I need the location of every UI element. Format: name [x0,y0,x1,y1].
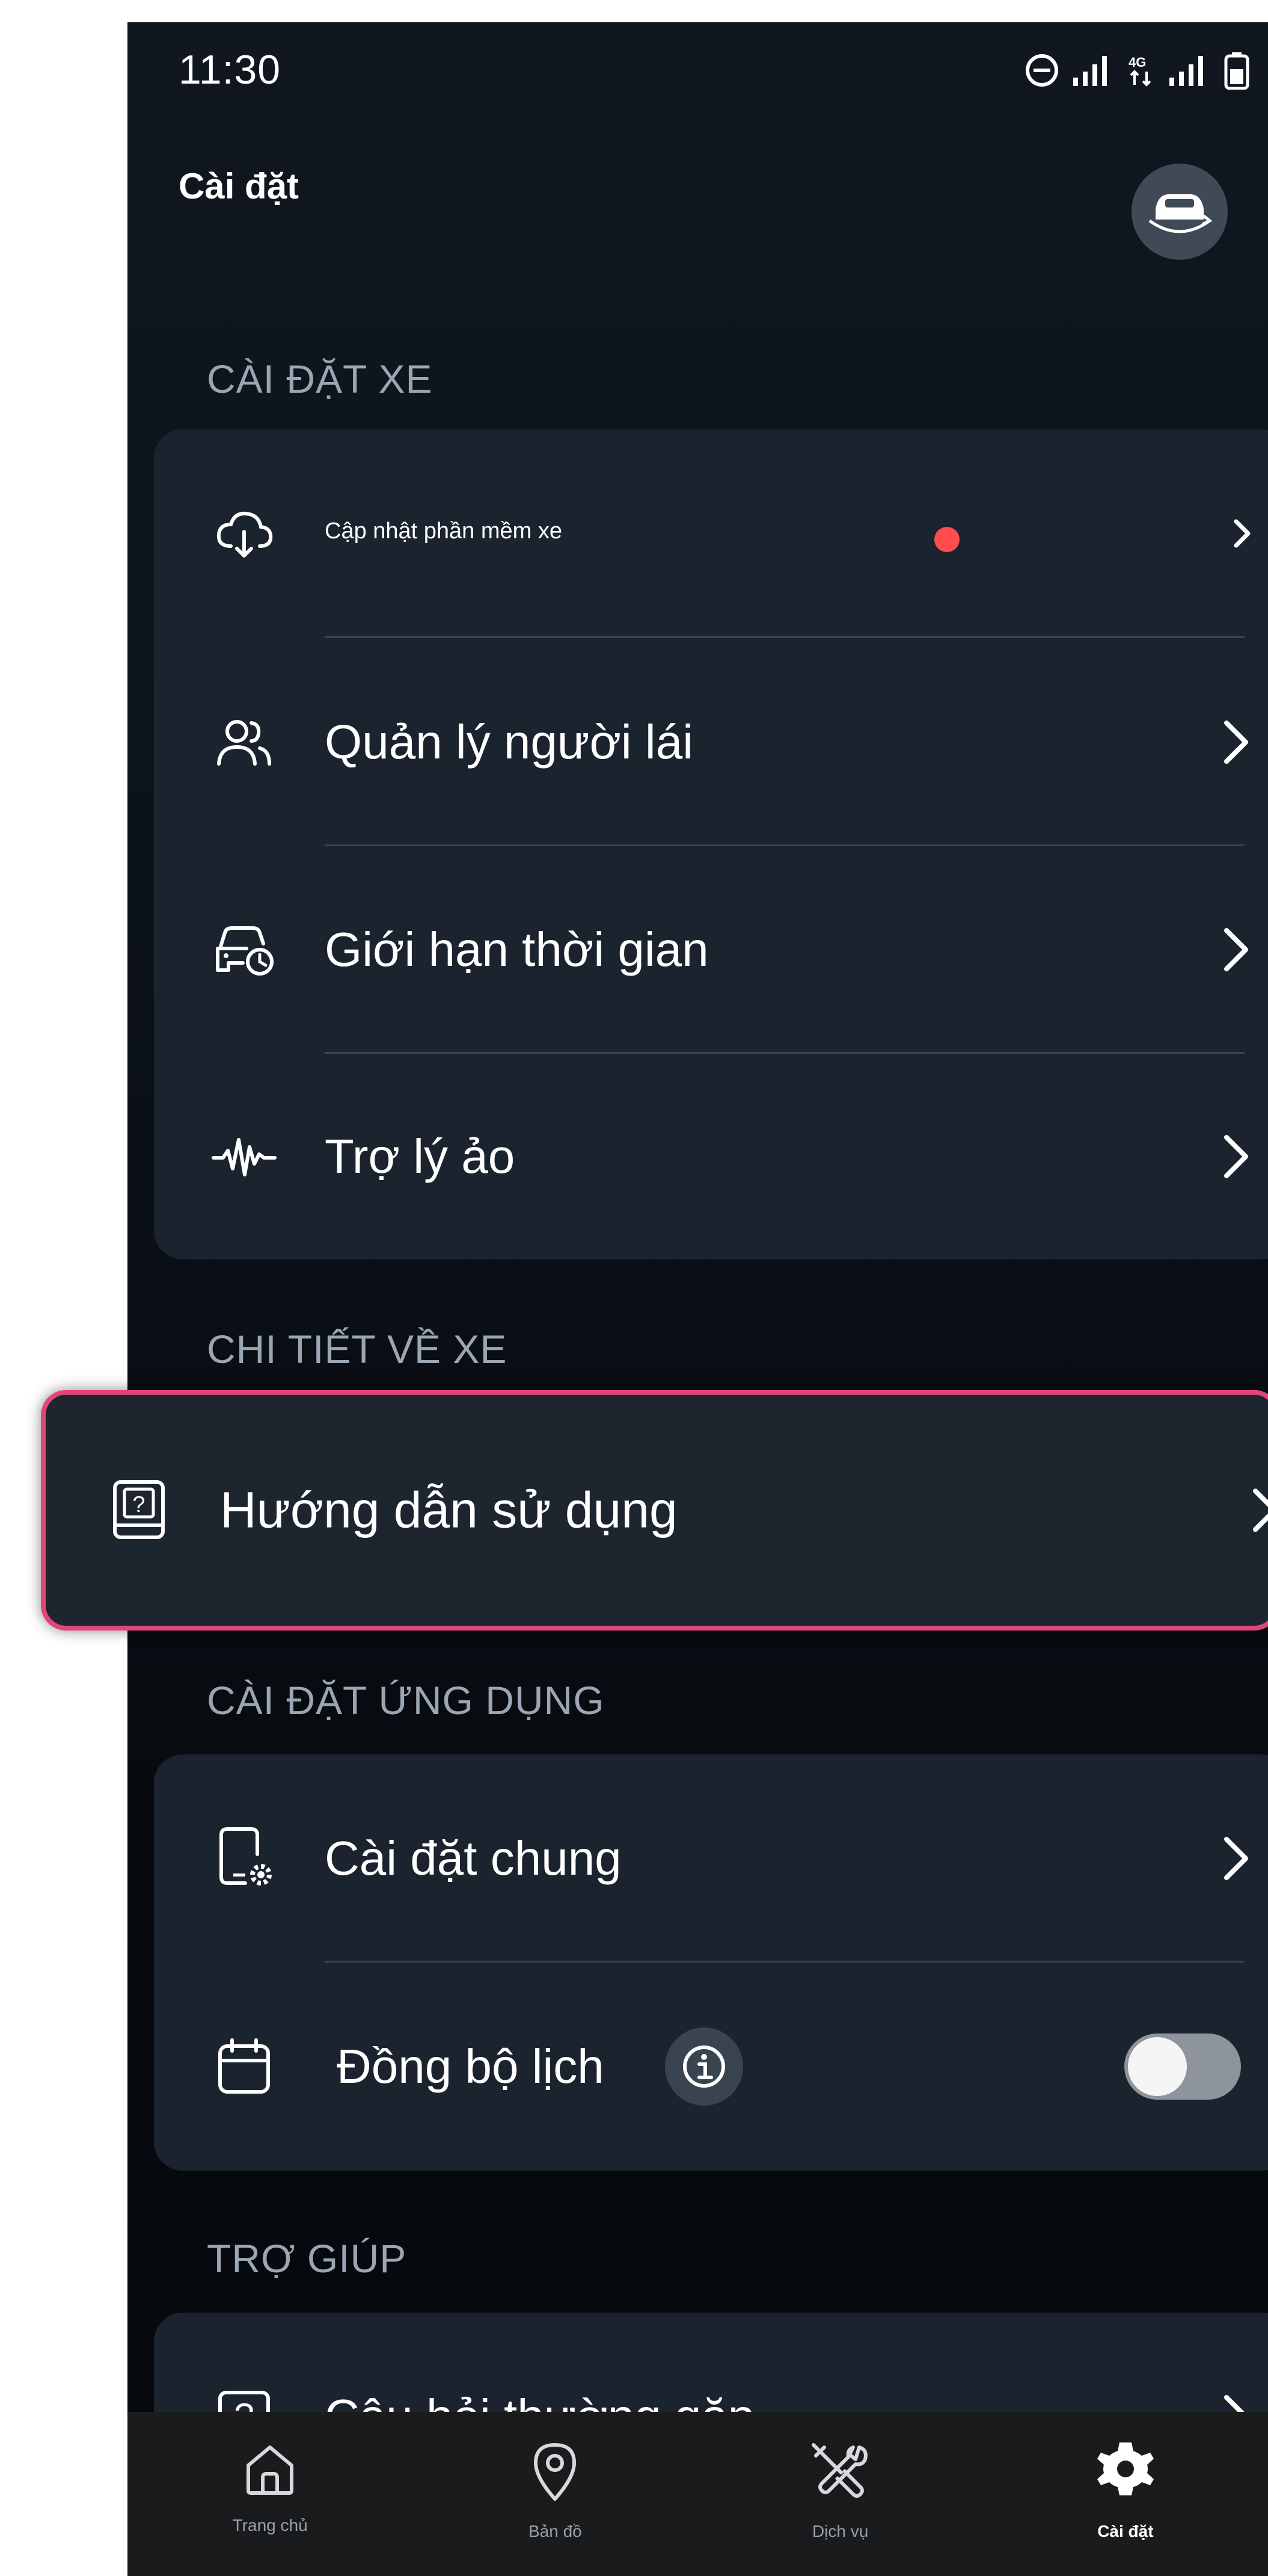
nav-label-map: Bản đồ [528,2522,582,2541]
row-label-time-limit: Giới hạn thời gian [325,922,709,976]
row-user-manual[interactable]: ? Hướng dẫn sử dụng [41,1390,1268,1631]
section-label-vehicle-settings: CÀI ĐẶT XE [207,357,433,401]
svg-text:4G: 4G [1129,55,1146,70]
gear-icon [1097,2442,1154,2495]
row-general-settings[interactable]: Cài đặt chung [154,1754,1268,1962]
chevron-right-icon [1224,1836,1248,1880]
chevron-right-icon [1224,927,1248,971]
users-icon [211,709,277,775]
network-4g-icon: 4G [1129,55,1151,87]
car-switch-icon [1148,194,1213,233]
row-label-virtual-assistant: Trợ lý ảo [325,1129,515,1183]
status-icons: 4G [1025,51,1250,90]
row-driver-management[interactable]: Quản lý người lái [154,638,1268,846]
status-time: 11:30 [179,47,281,93]
cloud-download-icon [211,500,277,567]
do-not-disturb-icon [1026,54,1058,87]
nav-label-services: Dịch vụ [812,2522,869,2541]
row-calendar-sync: Đồng bộ lịch [154,1963,1268,2170]
chevron-right-icon [1224,1134,1248,1178]
tools-icon [811,2443,868,2498]
toggle-knob [1128,2037,1187,2096]
nav-label-home: Trang chủ [232,2516,308,2535]
row-virtual-assistant[interactable]: Trợ lý ảo [154,1053,1268,1260]
app-screen: 11:30 4G Cài đặt CÀI ĐẶT XE Cập nhật phầ… [127,22,1268,2576]
info-button[interactable] [665,2027,743,2106]
nav-services[interactable]: Dịch vụ [698,2412,983,2576]
vehicle-switch-button[interactable] [1132,164,1228,260]
svg-text:?: ? [132,1492,145,1517]
signal-icon [1073,56,1107,86]
section-label-vehicle-details: CHI TIẾT VỀ XE [207,1327,507,1371]
page-title: Cài đặt [179,166,299,206]
row-time-limit[interactable]: Giới hạn thời gian [154,846,1268,1053]
nav-settings[interactable]: Cài đặt [983,2412,1268,2576]
update-notification-dot [934,527,960,552]
nav-home[interactable]: Trang chủ [127,2412,412,2576]
nav-label-settings: Cài đặt [1097,2522,1154,2541]
phone-settings-icon [211,1825,277,1892]
section-label-app-settings: CÀI ĐẶT ỨNG DỤNG [207,1678,605,1723]
car-clock-icon [211,917,277,983]
calendar-icon [211,2033,277,2100]
home-icon [247,2445,294,2495]
bottom-navigation: Trang chủ Bản đồ Dịch vụ Cài đặt [127,2412,1268,2576]
chevron-right-icon [1224,720,1248,764]
section-label-help: TRỢ GIÚP [207,2236,407,2281]
row-label-software-update: Cập nhật phần mềm xe [325,518,563,544]
signal-icon-2 [1169,56,1203,86]
nav-map[interactable]: Bản đồ [412,2412,697,2576]
row-label-user-manual: Hướng dẫn sử dụng [220,1481,678,1539]
app-settings-card: Cài đặt chung Đồng bộ lịch [154,1754,1268,2171]
row-software-update[interactable]: Cập nhật phần mềm xe [154,429,1268,637]
battery-icon [1224,52,1249,90]
manual-book-icon: ? [106,1477,172,1543]
row-label-calendar-sync: Đồng bộ lịch [337,2039,604,2093]
chevron-right-icon [1253,1489,1268,1532]
voice-wave-icon [211,1124,277,1190]
chevron-right-icon [1234,519,1251,547]
vehicle-settings-card: Cập nhật phần mềm xe Quản lý người lái G… [154,429,1268,1259]
calendar-sync-toggle[interactable] [1124,2033,1241,2100]
info-icon [683,2046,725,2088]
map-pin-icon [534,2443,577,2501]
row-label-general-settings: Cài đặt chung [325,1831,622,1885]
row-label-driver-management: Quản lý người lái [325,715,693,769]
